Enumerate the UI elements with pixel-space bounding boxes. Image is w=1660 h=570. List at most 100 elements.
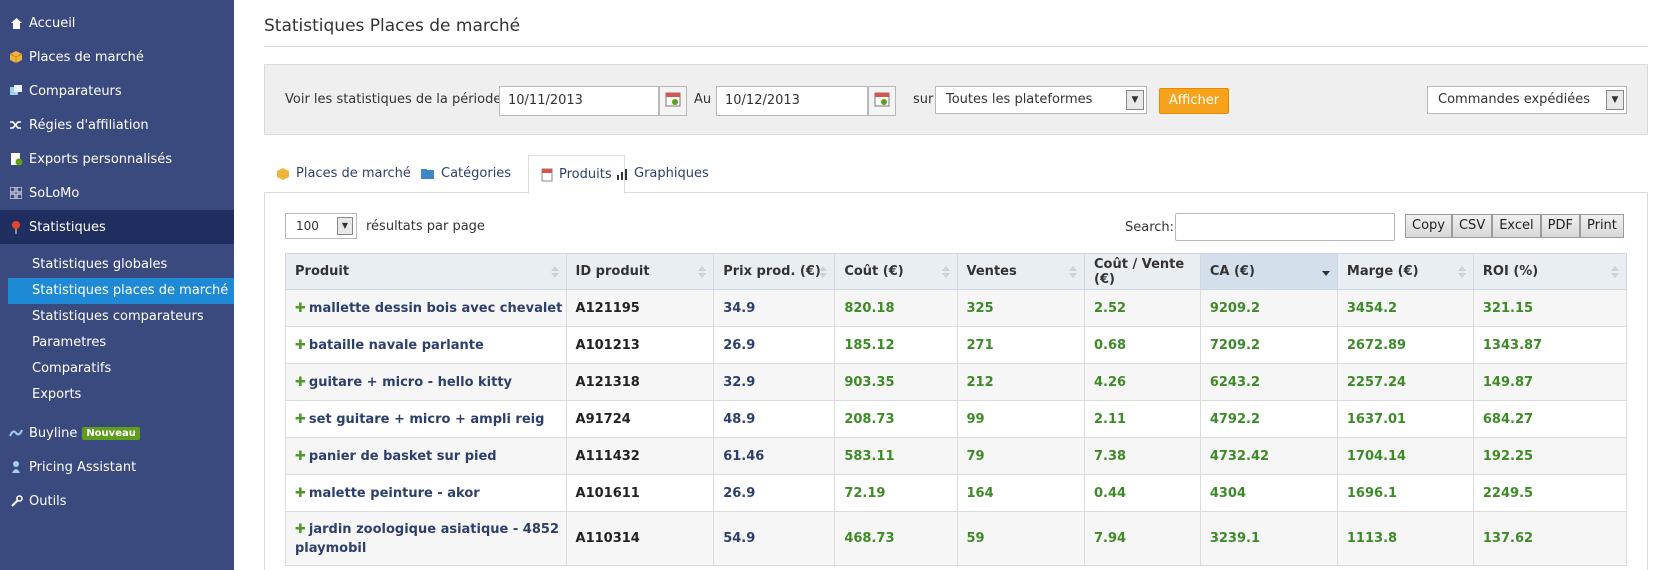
cost-per-sale-cell: 4.26 <box>1084 363 1201 401</box>
per-page-select[interactable]: 100 ▼ <box>285 213 357 239</box>
sort-desc-icon <box>1321 265 1331 279</box>
table-row: ✚ malette peinture - akor A101611 26.9 72… <box>285 474 1628 512</box>
col-label: Ventes <box>966 264 1017 279</box>
cost-per-sale-cell: 2.11 <box>1084 400 1201 438</box>
col-id-produit[interactable]: ID produit <box>565 253 715 290</box>
product-cell[interactable]: ✚ jardin zoologique asiatique - 4852 play… <box>285 511 567 566</box>
price-cell: 26.9 <box>713 474 836 512</box>
order-status-select[interactable]: Commandes expédiées ▼ <box>1427 86 1627 114</box>
afficher-button[interactable]: Afficher <box>1159 88 1229 114</box>
expand-icon[interactable]: ✚ <box>295 486 306 501</box>
search-input[interactable] <box>1175 213 1395 241</box>
cost-cell: 208.73 <box>834 400 958 438</box>
col-cout-vente[interactable]: Coût / Vente (€) <box>1084 253 1201 290</box>
expand-icon[interactable]: ✚ <box>295 375 306 390</box>
expand-icon[interactable]: ✚ <box>295 301 306 316</box>
product-cell[interactable]: ✚ malette peinture - akor <box>285 474 567 512</box>
from-date-input[interactable]: 10/11/2013 <box>499 86 659 116</box>
product-cell[interactable]: ✚ set guitare + micro + ampli reig <box>285 400 567 438</box>
sales-cell: 325 <box>956 289 1086 327</box>
tab-categories[interactable]: Catégories <box>408 155 523 193</box>
main-content: Statistiques Places de marché Voir les s… <box>264 0 1648 570</box>
col-prix-prod[interactable]: Prix prod. (€) <box>713 253 836 290</box>
product-cell[interactable]: ✚ bataille navale parlante <box>285 326 567 364</box>
margin-cell: 1696.1 <box>1336 474 1474 512</box>
nav-buyline[interactable]: Buyline Nouveau <box>0 416 234 450</box>
id-cell: A121195 <box>565 289 715 327</box>
id-cell: A101213 <box>565 326 715 364</box>
subnav-stats-comparateurs[interactable]: Statistiques comparateurs <box>8 304 234 330</box>
subnav-exports[interactable]: Exports <box>8 382 234 408</box>
nav-label: Pricing Assistant <box>29 459 137 475</box>
nav-exports-personnalises[interactable]: Exports personnalisés <box>0 142 234 176</box>
roi-cell: 2249.5 <box>1472 474 1628 512</box>
col-ventes[interactable]: Ventes <box>956 253 1086 290</box>
expand-icon[interactable]: ✚ <box>295 412 306 427</box>
subnav-comparatifs[interactable]: Comparatifs <box>8 356 234 382</box>
platform-select[interactable]: Toutes les plateformes ▼ <box>935 86 1147 114</box>
col-produit[interactable]: Produit <box>285 253 567 290</box>
product-cell[interactable]: ✚ panier de basket sur pied <box>285 437 567 475</box>
nav-label: SoLoMo <box>29 185 80 201</box>
ca-cell: 3239.1 <box>1199 511 1338 566</box>
subnav-stats-places-de-marche[interactable]: Statistiques places de marché <box>8 278 234 304</box>
sort-icon <box>818 265 828 279</box>
nav-accueil[interactable]: Accueil <box>0 6 234 40</box>
subnav-parametres[interactable]: Parametres <box>8 330 234 356</box>
tabs: Places de marché Catégories Produits Gra… <box>264 155 1648 194</box>
pdf-button[interactable]: PDF <box>1540 214 1580 238</box>
roi-cell: 137.62 <box>1472 511 1628 566</box>
tab-places-de-marche[interactable]: Places de marché <box>264 155 423 193</box>
sort-icon <box>697 265 707 279</box>
nav-comparateurs[interactable]: Comparateurs <box>0 74 234 108</box>
chevron-down-icon: ▼ <box>1126 90 1144 110</box>
expand-icon[interactable]: ✚ <box>295 522 306 537</box>
calendar-icon <box>665 91 681 111</box>
cost-per-sale-cell: 7.94 <box>1084 511 1201 566</box>
col-marge[interactable]: Marge (€) <box>1336 253 1474 290</box>
tab-graphiques[interactable]: Graphiques <box>604 155 721 193</box>
product-cell[interactable]: ✚ mallette dessin bois avec chevalet <box>285 289 567 327</box>
nav-pricing-assistant[interactable]: Pricing Assistant <box>0 450 234 484</box>
to-date-input[interactable]: 10/12/2013 <box>716 86 868 116</box>
excel-button[interactable]: Excel <box>1492 214 1541 238</box>
col-ca[interactable]: CA (€) <box>1199 253 1338 290</box>
nav-label: Buyline <box>29 425 78 441</box>
page-title: Statistiques Places de marché <box>264 16 521 36</box>
nav-outils[interactable]: Outils <box>0 484 234 518</box>
nav-places-de-marche[interactable]: Places de marché <box>0 40 234 74</box>
margin-cell: 2257.24 <box>1336 363 1474 401</box>
margin-cell: 1637.01 <box>1336 400 1474 438</box>
product-cell[interactable]: ✚ guitare + micro - hello kitty <box>285 363 567 401</box>
col-label: Produit <box>295 264 350 279</box>
id-cell: A110314 <box>565 511 715 566</box>
print-button[interactable]: Print <box>1579 214 1624 238</box>
per-page-value: 100 <box>296 219 319 233</box>
roi-cell: 684.27 <box>1472 400 1628 438</box>
roi-cell: 149.87 <box>1472 363 1628 401</box>
nav-regies-affiliation[interactable]: Régies d'affiliation <box>0 108 234 142</box>
folder-icon <box>420 168 435 180</box>
sales-cell: 271 <box>956 326 1086 364</box>
cost-cell: 72.19 <box>834 474 958 512</box>
csv-button[interactable]: CSV <box>1451 214 1493 238</box>
nav-label: Comparateurs <box>29 83 122 99</box>
from-calendar-button[interactable] <box>659 86 687 116</box>
roi-cell: 192.25 <box>1472 437 1628 475</box>
col-label: CA (€) <box>1209 264 1255 279</box>
expand-icon[interactable]: ✚ <box>295 338 306 353</box>
products-panel: 100 ▼ résultats par page Search: Copy CS… <box>264 193 1648 570</box>
to-calendar-button[interactable] <box>868 86 896 116</box>
product-name: set guitare + micro + ampli reig <box>308 411 545 427</box>
col-roi[interactable]: ROI (%) <box>1472 253 1628 290</box>
col-label: Marge (€) <box>1346 264 1419 279</box>
expand-icon[interactable]: ✚ <box>295 449 306 464</box>
subnav-stats-globales[interactable]: Statistiques globales <box>8 252 234 278</box>
nav-solomo[interactable]: SoLoMo <box>0 176 234 210</box>
table-row: ✚ mallette dessin bois avec chevalet A121… <box>285 289 1628 327</box>
col-cout[interactable]: Coût (€) <box>834 253 958 290</box>
copy-button[interactable]: Copy <box>1405 214 1452 238</box>
nav-statistiques[interactable]: Statistiques <box>0 210 234 244</box>
filter-bar: Voir les statistiques de la période du 1… <box>264 64 1648 135</box>
id-cell: A91724 <box>565 400 715 438</box>
